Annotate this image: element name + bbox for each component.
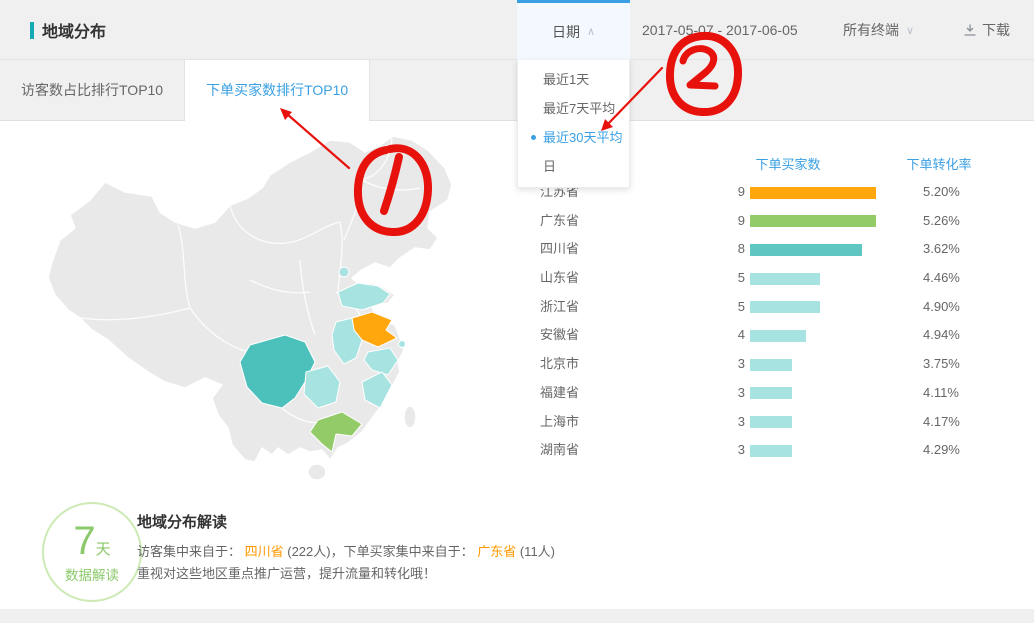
row-percent: 4.46%	[923, 264, 960, 293]
table-row: 上海市34.17%	[540, 408, 1010, 437]
insight-text: (11人)	[516, 544, 555, 559]
insight-text: (222人)，下单买家集中来自于：	[284, 544, 478, 559]
column-header-conversion: 下单转化率	[884, 154, 994, 173]
menu-item-last-1-day[interactable]: 最近1天	[518, 65, 629, 94]
row-bar	[750, 215, 876, 227]
download-button[interactable]: 下载	[963, 0, 1010, 60]
column-header-buyers: 下单买家数	[733, 154, 843, 173]
row-value: 8	[540, 235, 745, 264]
row-value: 3	[540, 436, 745, 465]
row-bar	[750, 301, 820, 313]
terminal-select[interactable]: 所有终端 ∨	[843, 0, 914, 60]
chevron-down-icon: ∨	[906, 24, 914, 37]
row-value: 5	[540, 264, 745, 293]
header: 地域分布 日期 ∧ 2017-05-07 - 2017-06-05 所有终端 ∨…	[0, 0, 1034, 60]
row-percent: 5.20%	[923, 178, 960, 207]
date-dropdown-label: 日期	[552, 22, 580, 42]
badge-days: 7	[73, 519, 95, 563]
row-percent: 4.17%	[923, 408, 960, 437]
table-row: 山东省54.46%	[540, 264, 1010, 293]
row-percent: 4.90%	[923, 293, 960, 322]
table-row: 浙江省54.90%	[540, 293, 1010, 322]
page: 地域分布 日期 ∧ 2017-05-07 - 2017-06-05 所有终端 ∨…	[0, 0, 1034, 623]
row-bar	[750, 387, 792, 399]
chevron-up-icon: ∧	[587, 25, 595, 38]
download-icon	[963, 23, 977, 37]
row-value: 3	[540, 408, 745, 437]
terminal-label: 所有终端	[843, 20, 899, 40]
table-row: 安徽省44.94%	[540, 321, 1010, 350]
row-percent: 4.11%	[923, 379, 959, 408]
row-bar	[750, 445, 792, 457]
date-dropdown-menu: 最近1天最近7天平均最近30天平均日	[517, 60, 630, 188]
page-title: 地域分布	[42, 18, 106, 42]
bar-table: 江苏省95.20%广东省95.26%四川省83.62%山东省54.46%浙江省5…	[540, 178, 1010, 465]
row-bar	[750, 330, 806, 342]
badge-unit: 天	[96, 541, 111, 558]
table-row: 四川省83.62%	[540, 235, 1010, 264]
footer-strip	[0, 609, 1034, 623]
title-wrap: 地域分布	[30, 0, 106, 60]
row-percent: 4.29%	[923, 436, 960, 465]
insight-badge: 7天 数据解读	[42, 502, 142, 602]
tab-visitor-ratio-top10[interactable]: 访客数占比排行TOP10	[0, 60, 185, 120]
row-value: 4	[540, 321, 745, 350]
row-percent: 4.94%	[923, 321, 960, 350]
table-row: 湖南省34.29%	[540, 436, 1010, 465]
row-value: 3	[540, 350, 745, 379]
title-accent-bar	[30, 22, 34, 39]
menu-item-day[interactable]: 日	[518, 152, 629, 181]
table-row: 广东省95.26%	[540, 207, 1010, 236]
province-link[interactable]: 广东省	[477, 544, 516, 559]
province-link[interactable]: 四川省	[245, 544, 284, 559]
row-percent: 5.26%	[923, 207, 960, 236]
row-percent: 3.62%	[923, 235, 960, 264]
row-bar	[750, 244, 862, 256]
table-row: 福建省34.11%	[540, 379, 1010, 408]
insight-title: 地域分布解读	[137, 511, 227, 532]
row-bar	[750, 359, 792, 371]
insight-text: 访客集中来自于：	[137, 544, 245, 559]
date-dropdown-button[interactable]: 日期 ∧	[517, 0, 630, 60]
table-row: 北京市33.75%	[540, 350, 1010, 379]
badge-label: 数据解读	[65, 564, 119, 584]
tab-buyer-count-top10[interactable]: 下单买家数排行TOP10	[185, 60, 370, 121]
download-label: 下载	[982, 20, 1010, 40]
row-bar	[750, 273, 820, 285]
row-bar	[750, 187, 876, 199]
date-range: 2017-05-07 - 2017-06-05	[642, 0, 798, 60]
insight-line-1: 访客集中来自于： 四川省 (222人)，下单买家集中来自于： 广东省 (11人)	[137, 541, 555, 560]
row-value: 5	[540, 293, 745, 322]
row-value: 9	[540, 207, 745, 236]
row-bar	[750, 416, 792, 428]
selected-dot-icon	[531, 135, 536, 140]
china-map	[40, 130, 510, 485]
row-value: 3	[540, 379, 745, 408]
insight-line-2: 重视对这些地区重点推广运营，提升流量和转化哦！	[137, 563, 436, 582]
menu-item-last-7-days-avg[interactable]: 最近7天平均	[518, 94, 629, 123]
row-percent: 3.75%	[923, 350, 960, 379]
menu-item-last-30-days-avg[interactable]: 最近30天平均	[518, 123, 629, 152]
